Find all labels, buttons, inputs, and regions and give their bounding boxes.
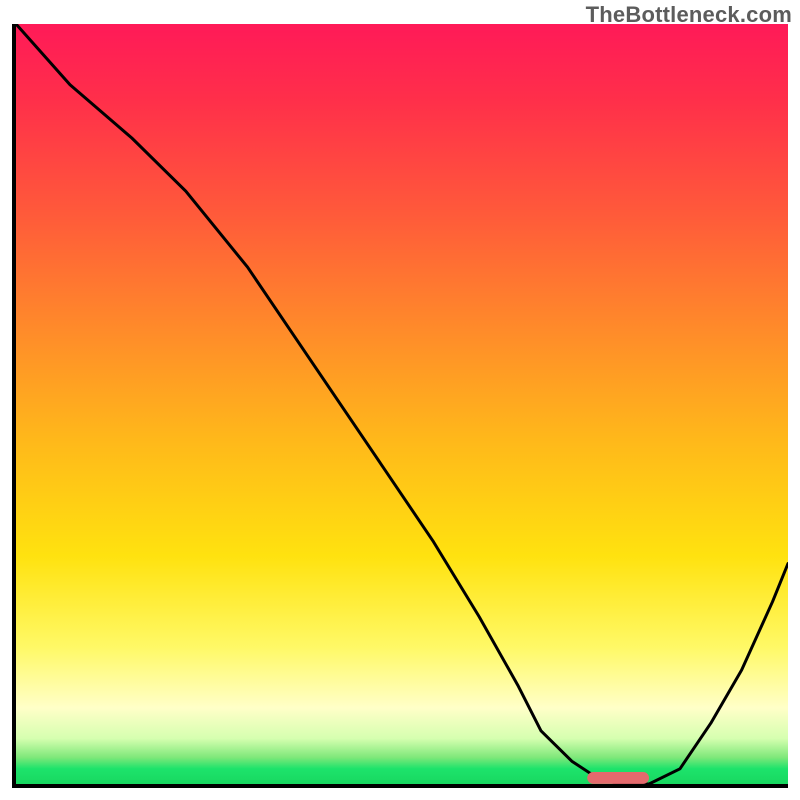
- chart-container: TheBottleneck.com: [0, 0, 800, 800]
- curve-svg: [16, 24, 788, 784]
- plot-area: [12, 24, 788, 788]
- bottleneck-curve: [16, 24, 788, 784]
- optimal-range-marker: [587, 772, 649, 784]
